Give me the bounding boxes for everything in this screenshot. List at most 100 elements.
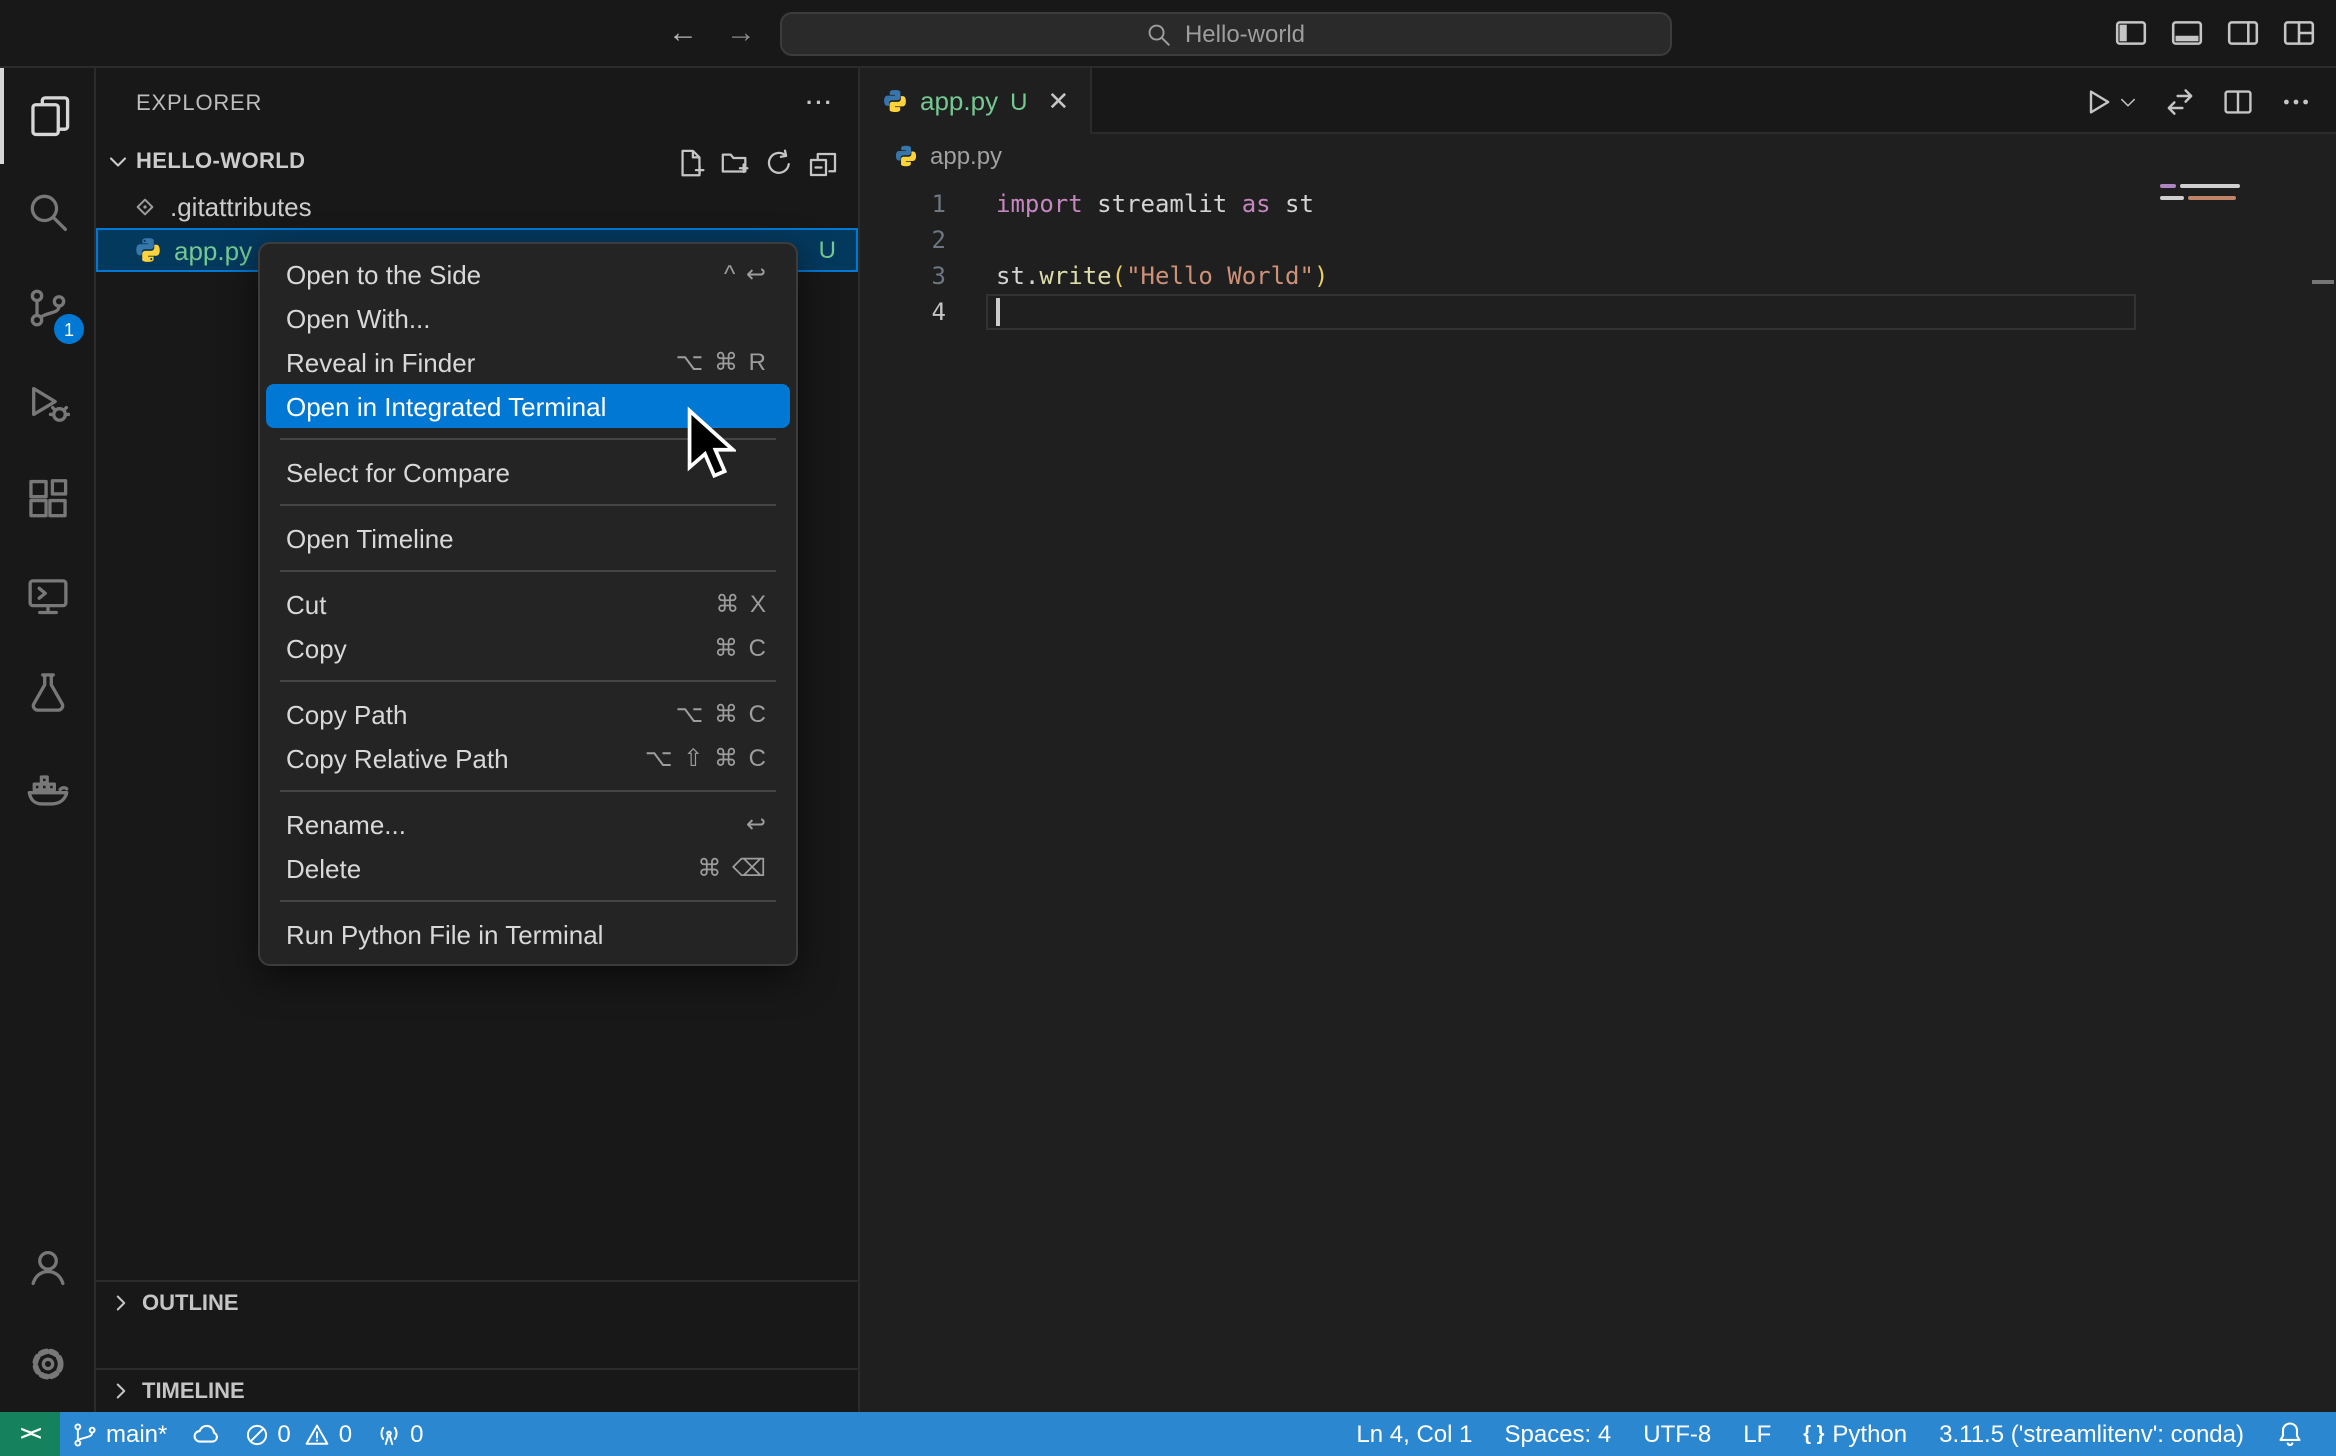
search-icon	[1147, 21, 1173, 47]
menu-separator	[280, 790, 776, 792]
menu-item-copy-path[interactable]: Copy Path⌥ ⌘ C	[266, 692, 790, 736]
refresh-icon[interactable]	[764, 147, 794, 177]
indentation[interactable]: Spaces: 4	[1489, 1420, 1628, 1448]
menu-separator	[280, 570, 776, 572]
chevron-right-icon	[108, 1378, 134, 1404]
more-actions-icon[interactable]	[2280, 85, 2312, 117]
file-row-gitattributes[interactable]: .gitattributes	[96, 184, 858, 228]
breadcrumb[interactable]: app.py	[862, 134, 2336, 178]
error-count: 0	[277, 1420, 290, 1448]
activity-docker[interactable]	[0, 740, 96, 836]
line-number: 2	[862, 222, 946, 258]
timeline-section[interactable]: TIMELINE	[96, 1368, 858, 1412]
outline-section[interactable]: OUTLINE	[96, 1280, 858, 1324]
branch-indicator[interactable]: main*	[60, 1412, 179, 1456]
python-interpreter[interactable]: 3.11.5 ('streamlitenv': conda)	[1923, 1420, 2260, 1448]
run-button[interactable]	[2082, 85, 2138, 117]
python-file-icon	[882, 88, 908, 114]
activity-remote-explorer[interactable]	[0, 548, 96, 644]
tab-git-status: U	[1010, 87, 1027, 115]
mouse-cursor	[684, 406, 736, 486]
collapse-all-icon[interactable]	[808, 147, 838, 177]
search-icon	[26, 190, 70, 234]
sync-changes-button[interactable]	[179, 1412, 231, 1456]
history-nav: ← →	[668, 0, 756, 66]
activity-extensions[interactable]	[0, 452, 96, 548]
chevron-down-icon	[2118, 91, 2138, 111]
menu-item-run-python-file-in-terminal[interactable]: Run Python File in Terminal	[266, 912, 790, 956]
files-icon	[28, 94, 72, 138]
encoding[interactable]: UTF-8	[1627, 1420, 1727, 1448]
line-number: 3	[862, 258, 946, 294]
menu-item-cut[interactable]: Cut⌘ X	[266, 582, 790, 626]
tab-bar: app.py U ✕	[862, 68, 2336, 134]
customize-layout-icon[interactable]	[2282, 16, 2316, 50]
activity-explorer[interactable]	[0, 68, 96, 164]
layout-controls	[2114, 0, 2316, 66]
minimap[interactable]	[2160, 184, 2300, 304]
text-cursor	[996, 298, 999, 326]
braces-icon: { }	[1803, 1423, 1824, 1445]
new-file-icon[interactable]	[676, 147, 706, 177]
menu-separator	[280, 900, 776, 902]
notifications-bell[interactable]	[2260, 1420, 2320, 1448]
menu-item-open-to-side[interactable]: Open to the Side^ ↩	[266, 252, 790, 296]
toggle-sidebar-right-icon[interactable]	[2226, 16, 2260, 50]
code-line: 1 import streamlit as st	[862, 186, 2336, 222]
activity-settings[interactable]	[0, 1316, 96, 1412]
python-file-icon	[134, 236, 162, 264]
eol-sequence[interactable]: LF	[1727, 1420, 1787, 1448]
command-center-text: Hello-world	[1185, 20, 1305, 48]
broadcast-icon	[376, 1421, 402, 1447]
explorer-more-actions-icon[interactable]: ···	[806, 92, 834, 116]
editor-group: app.py U ✕	[862, 68, 2336, 1412]
back-icon[interactable]: ←	[668, 16, 698, 50]
explorer-title: EXPLORER	[136, 92, 262, 116]
menu-item-delete[interactable]: Delete⌘ ⌫	[266, 846, 790, 890]
beaker-icon	[26, 670, 70, 714]
forward-icon[interactable]: →	[726, 16, 756, 50]
code-area[interactable]: 1 import streamlit as st 2 3 st.write("H…	[862, 178, 2336, 330]
python-file-icon	[894, 144, 918, 168]
source-control-badge: 1	[54, 314, 84, 344]
tab-app-py[interactable]: app.py U ✕	[862, 68, 1091, 134]
git-file-icon	[132, 193, 158, 219]
split-editor-icon[interactable]	[2222, 85, 2254, 117]
editor-actions	[2082, 68, 2312, 134]
menu-item-reveal-in-finder[interactable]: Reveal in Finder⌥ ⌘ R	[266, 340, 790, 384]
extensions-icon	[26, 478, 70, 522]
menu-separator	[280, 504, 776, 506]
language-mode[interactable]: { } Python	[1787, 1420, 1923, 1448]
toggle-panel-icon[interactable]	[2170, 16, 2204, 50]
new-folder-icon[interactable]	[720, 147, 750, 177]
cursor-position[interactable]: Ln 4, Col 1	[1340, 1420, 1488, 1448]
ports-indicator[interactable]: 0	[364, 1412, 435, 1456]
breadcrumb-item: app.py	[930, 142, 1002, 170]
tab-title: app.py	[920, 86, 998, 116]
folder-section-header[interactable]: HELLO-WORLD	[96, 140, 858, 184]
menu-item-rename[interactable]: Rename...↩	[266, 802, 790, 846]
menu-item-copy[interactable]: Copy⌘ C	[266, 626, 790, 670]
problems-indicator[interactable]: 0 0	[231, 1412, 364, 1456]
menu-item-open-timeline[interactable]: Open Timeline	[266, 516, 790, 560]
menu-item-open-with[interactable]: Open With...	[266, 296, 790, 340]
menu-item-copy-relative-path[interactable]: Copy Relative Path⌥ ⇧ ⌘ C	[266, 736, 790, 780]
activity-account[interactable]	[0, 1220, 96, 1316]
open-changes-icon[interactable]	[2164, 85, 2196, 117]
file-name: .gitattributes	[170, 191, 312, 221]
line-number: 1	[862, 186, 946, 222]
git-status-untracked: U	[819, 236, 836, 264]
remote-indicator[interactable]: ><	[0, 1412, 60, 1456]
command-center-search[interactable]: Hello-world	[780, 12, 1672, 56]
warning-count: 0	[339, 1420, 352, 1448]
file-name: app.py	[174, 235, 252, 265]
close-tab-icon[interactable]: ✕	[1047, 85, 1069, 117]
timeline-title: TIMELINE	[142, 1379, 245, 1403]
activity-run-debug[interactable]	[0, 356, 96, 452]
activity-testing[interactable]	[0, 644, 96, 740]
line-number: 4	[862, 294, 946, 330]
menu-separator	[280, 680, 776, 682]
activity-source-control[interactable]: 1	[0, 260, 96, 356]
toggle-sidebar-left-icon[interactable]	[2114, 16, 2148, 50]
activity-search[interactable]	[0, 164, 96, 260]
